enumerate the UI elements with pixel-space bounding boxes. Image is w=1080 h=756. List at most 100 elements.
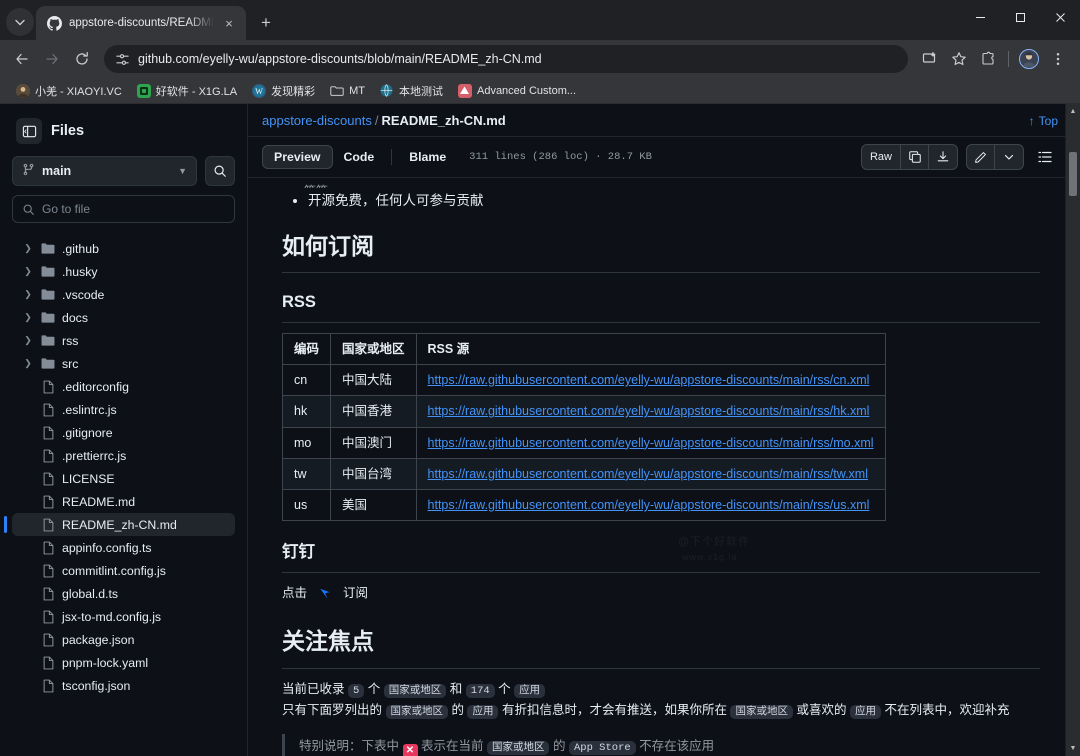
table-of-contents-icon[interactable]: [1032, 144, 1058, 170]
globe-favicon: [380, 84, 394, 98]
sidebar-search-button[interactable]: [205, 156, 235, 186]
reload-button[interactable]: [68, 45, 96, 73]
extensions-puzzle-icon[interactable]: [974, 45, 1002, 73]
sidebar-collapse-icon[interactable]: [16, 118, 42, 144]
go-to-file-input[interactable]: Go to file: [12, 195, 235, 223]
breadcrumb-row: appstore-discounts / README_zh-CN.md ↑ Top: [248, 104, 1080, 137]
bookmark-star-icon[interactable]: [945, 45, 973, 73]
rss-link[interactable]: https://raw.githubusercontent.com/eyelly…: [428, 498, 870, 512]
breadcrumb-repo-link[interactable]: appstore-discounts: [262, 113, 372, 128]
tree-file[interactable]: ❯commitlint.config.js: [12, 559, 235, 582]
branch-selector[interactable]: main ▼: [12, 156, 197, 186]
minimize-button[interactable]: [960, 0, 1000, 34]
description-line: 只有下面罗列出的 国家或地区 的 应用 有折扣信息时，才会有推送，如果你所在 国…: [282, 700, 1040, 722]
bookmark-item[interactable]: Advanced Custom...: [452, 82, 582, 100]
cell-code: tw: [281, 457, 332, 491]
folder-icon: [40, 334, 56, 347]
rss-link[interactable]: https://raw.githubusercontent.com/eyelly…: [428, 467, 868, 481]
markdown-scroll-area[interactable]: 等等 开源免费，任何人可参与贡献 如何订阅 RSS 编码 国家或地区 RSS 源: [248, 178, 1080, 756]
wordpress-favicon: W: [252, 83, 267, 98]
tree-file[interactable]: ❯.eslintrc.js: [12, 398, 235, 421]
table-row: tw 中国台湾 https://raw.githubusercontent.co…: [281, 457, 886, 491]
tree-folder-label: docs: [62, 310, 88, 325]
close-window-button[interactable]: [1040, 0, 1080, 34]
bookmark-item[interactable]: 本地测试: [374, 81, 449, 101]
tree-file[interactable]: ❯global.d.ts: [12, 582, 235, 605]
tree-file-label: tsconfig.json: [62, 678, 131, 693]
back-button[interactable]: [8, 45, 36, 73]
file-tree-sidebar: Files main ▼ Go to file ❯ .github ❯ .hus…: [0, 104, 248, 756]
forward-button[interactable]: [38, 45, 66, 73]
profile-avatar[interactable]: [1015, 45, 1043, 73]
code-region-label: 国家或地区: [383, 683, 447, 698]
close-icon[interactable]: ×: [221, 15, 237, 31]
tree-file[interactable]: ❯package.json: [12, 628, 235, 651]
address-bar[interactable]: github.com/eyelly-wu/appstore-discounts/…: [104, 45, 908, 73]
bookmark-label: Advanced Custom...: [476, 84, 577, 97]
tree-file-selected[interactable]: ❯README_zh-CN.md: [4, 513, 235, 536]
tree-file[interactable]: ❯.editorconfig: [12, 375, 235, 398]
file-icon: [40, 403, 56, 417]
acf-favicon: [457, 83, 472, 98]
tree-folder[interactable]: ❯ src: [12, 352, 235, 375]
top-label: Top: [1038, 113, 1058, 128]
rss-link[interactable]: https://raw.githubusercontent.com/eyelly…: [428, 404, 870, 418]
tab-code[interactable]: Code: [333, 146, 386, 168]
bookmark-item[interactable]: W 发现精彩: [246, 81, 321, 101]
rss-link[interactable]: https://raw.githubusercontent.com/eyelly…: [428, 436, 874, 450]
new-tab-button[interactable]: +: [252, 9, 280, 37]
download-icon[interactable]: [929, 145, 957, 169]
tree-file[interactable]: ❯.gitignore: [12, 421, 235, 444]
tree-file[interactable]: ❯tsconfig.json: [12, 674, 235, 697]
tab-blame[interactable]: Blame: [398, 146, 457, 168]
rss-link[interactable]: https://raw.githubusercontent.com/eyelly…: [428, 373, 870, 387]
heading-rss: RSS: [282, 289, 1040, 323]
scroll-down-arrow[interactable]: ▼: [1066, 741, 1080, 756]
edit-chevron-down-icon[interactable]: [995, 145, 1023, 169]
file-icon: [40, 633, 56, 647]
bookmark-item[interactable]: 好软件 - X1G.LA: [131, 81, 243, 101]
chevron-right-icon: ❯: [24, 335, 32, 345]
cast-install-icon[interactable]: [916, 45, 944, 73]
code-region-label: 国家或地区: [385, 705, 448, 720]
copy-icon[interactable]: [901, 145, 929, 169]
tree-folder[interactable]: ❯ .github: [12, 237, 235, 260]
tree-folder[interactable]: ❯ .vscode: [12, 283, 235, 306]
raw-button[interactable]: Raw: [862, 145, 901, 169]
tree-file[interactable]: ❯pnpm-lock.yaml: [12, 651, 235, 674]
window-controls: [960, 0, 1080, 34]
tab-preview[interactable]: Preview: [262, 145, 333, 169]
browser-tab[interactable]: appstore-discounts/README ×: [36, 6, 246, 40]
scrollbar-thumb[interactable]: [1069, 152, 1077, 196]
file-icon: [40, 426, 56, 440]
cell-region: 中国大陆: [330, 364, 417, 397]
back-to-top-link[interactable]: ↑ Top: [1029, 114, 1058, 128]
page-scrollbar[interactable]: ▲ ▼: [1065, 104, 1080, 756]
dingtalk-logo-icon[interactable]: [316, 584, 335, 609]
tree-file[interactable]: ❯.prettierrc.js: [12, 444, 235, 467]
maximize-button[interactable]: [1000, 0, 1040, 34]
bookmark-folder[interactable]: MT: [324, 82, 371, 100]
note-blockquote: 特别说明：下表中 ✕ 表示在当前 国家或地区 的 App Store 不存在该应…: [282, 734, 1040, 756]
code-region-label: 国家或地区: [730, 705, 793, 720]
heading-focus: 关注焦点: [282, 623, 1040, 669]
tree-file[interactable]: ❯jsx-to-md.config.js: [12, 605, 235, 628]
browser-menu-kebab-icon[interactable]: [1044, 45, 1072, 73]
file-tree: ❯ .github ❯ .husky ❯ .vscode ❯ docs ❯ rs…: [4, 237, 235, 697]
pencil-edit-icon[interactable]: [967, 145, 995, 169]
tree-file[interactable]: ❯README.md: [12, 490, 235, 513]
bookmark-label: 好软件 - X1G.LA: [155, 85, 238, 98]
tree-folder[interactable]: ❯ rss: [12, 329, 235, 352]
bookmark-item[interactable]: 小羌 - XIAOYI.VC: [10, 81, 128, 101]
tree-file[interactable]: ❯LICENSE: [12, 467, 235, 490]
bookmark-label: 本地测试: [398, 85, 443, 98]
scroll-up-arrow[interactable]: ▲: [1066, 104, 1080, 119]
chevron-down-icon: ▼: [178, 166, 187, 176]
site-settings-icon[interactable]: [114, 51, 130, 67]
tree-folder[interactable]: ❯ .husky: [12, 260, 235, 283]
tab-search-button[interactable]: [6, 8, 34, 36]
tree-folder[interactable]: ❯ docs: [12, 306, 235, 329]
file-icon: [40, 472, 56, 486]
github-icon: [47, 15, 62, 31]
tree-file[interactable]: ❯appinfo.config.ts: [12, 536, 235, 559]
